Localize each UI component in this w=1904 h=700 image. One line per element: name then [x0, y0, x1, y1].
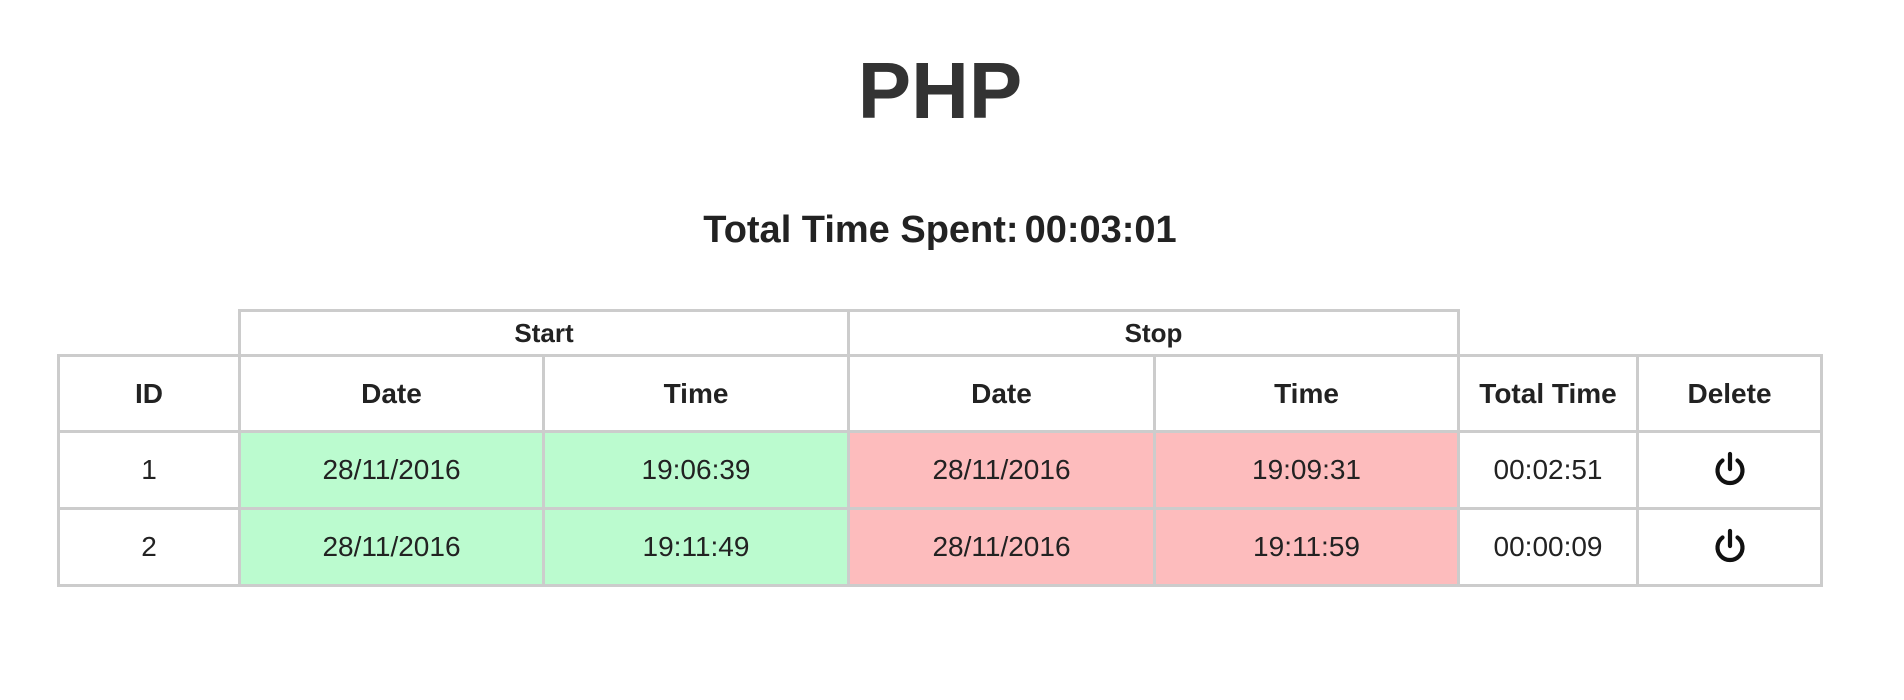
column-header-stop-time: Time — [1152, 354, 1461, 433]
group-header-blank — [1458, 310, 1822, 357]
power-icon — [1714, 528, 1745, 563]
time-log-table: Start Stop ID Date Time Date Time Total … — [57, 309, 1824, 587]
cell-stop-time: 19:09:31 — [1152, 430, 1461, 510]
group-header-blank — [58, 310, 240, 357]
power-icon — [1714, 451, 1745, 486]
total-time-label: Total Time Spent: — [703, 209, 1019, 251]
column-header-delete: Delete — [1636, 354, 1824, 433]
column-header-start-date: Date — [238, 354, 545, 433]
cell-start-date: 28/11/2016 — [238, 430, 545, 510]
column-header-row: ID Date Time Date Time Total Time Delete — [57, 354, 1824, 433]
group-header-stop: Stop — [846, 309, 1461, 357]
group-header-row: Start Stop — [58, 309, 1822, 357]
column-header-id: ID — [57, 354, 241, 433]
total-time-spent: Total Time Spent: 00:03:01 — [0, 204, 1880, 256]
column-header-total-time: Total Time — [1457, 354, 1640, 433]
cell-start-time: 19:11:49 — [542, 507, 850, 587]
cell-stop-date: 28/11/2016 — [847, 430, 1156, 510]
cell-delete — [1636, 430, 1824, 510]
cell-total-time: 00:00:09 — [1457, 507, 1640, 587]
column-header-start-time: Time — [542, 354, 850, 433]
cell-delete — [1636, 507, 1824, 587]
column-header-stop-date: Date — [847, 354, 1156, 433]
table-row: 2 28/11/2016 19:11:49 28/11/2016 19:11:5… — [57, 507, 1824, 587]
cell-id: 1 — [57, 430, 241, 510]
delete-button[interactable] — [1710, 450, 1750, 490]
cell-total-time: 00:02:51 — [1457, 430, 1640, 510]
delete-button[interactable] — [1710, 527, 1750, 567]
table-row: 1 28/11/2016 19:06:39 28/11/2016 19:09:3… — [57, 430, 1824, 510]
cell-start-date: 28/11/2016 — [238, 507, 545, 587]
page-title: PHP — [857, 46, 1023, 135]
cell-id: 2 — [57, 507, 241, 587]
group-header-start: Start — [238, 309, 850, 357]
cell-stop-time: 19:11:59 — [1152, 507, 1461, 587]
total-time-value: 00:03:01 — [1024, 209, 1177, 251]
cell-start-time: 19:06:39 — [542, 430, 850, 510]
cell-stop-date: 28/11/2016 — [847, 507, 1156, 587]
